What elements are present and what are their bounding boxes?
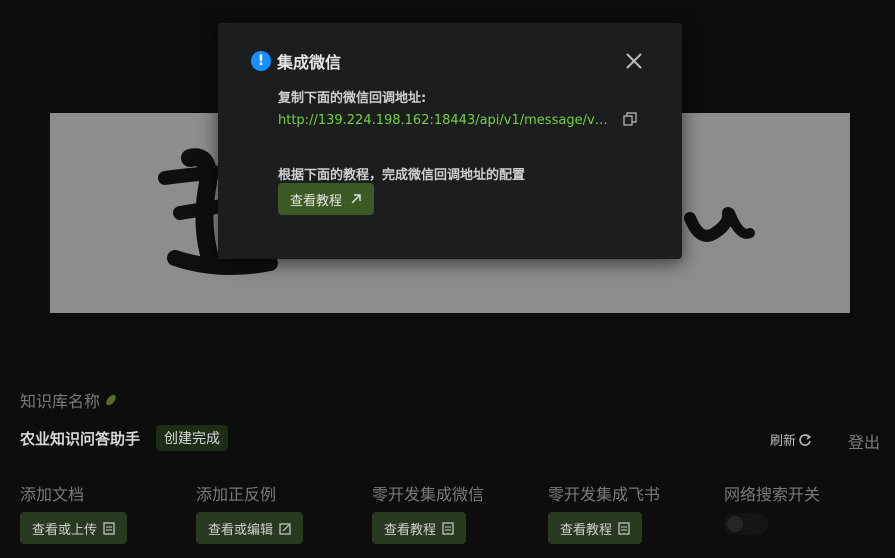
section-label-docs: 添加文档 <box>20 485 85 504</box>
wechat-tutorial-label: 查看教程 <box>384 522 437 538</box>
kb-name-label-text: 知识库名称 <box>20 392 101 411</box>
feishu-tutorial-label: 查看教程 <box>560 522 613 538</box>
kb-name-label: 知识库名称 <box>20 388 118 412</box>
tutorial-instruction: 根据下面的教程，完成微信回调地址的配置 <box>278 168 526 183</box>
view-upload-label: 查看或上传 <box>32 522 98 538</box>
copy-icon[interactable] <box>623 112 637 126</box>
section-label-examples: 添加正反例 <box>196 485 277 504</box>
logout-button[interactable]: 登出 <box>848 429 880 453</box>
close-icon[interactable] <box>623 50 645 72</box>
section-label-feishu: 零开发集成飞书 <box>548 485 661 504</box>
kb-title: 农业知识问答助手 <box>20 430 141 448</box>
section-label-wechat: 零开发集成微信 <box>372 485 485 504</box>
view-upload-button[interactable]: 查看或上传 <box>20 512 128 544</box>
copy-callback-label: 复制下面的微信回调地址: <box>278 91 427 106</box>
status-badge: 创建完成 <box>156 425 228 451</box>
refresh-button[interactable]: 刷新 <box>770 430 812 449</box>
view-edit-button[interactable]: 查看或编辑 <box>196 512 304 544</box>
modal-title: 集成微信 <box>277 53 342 72</box>
arrow-up-right-icon <box>351 194 361 204</box>
refresh-label: 刷新 <box>770 434 797 449</box>
info-icon: ! <box>251 51 271 71</box>
view-edit-label: 查看或编辑 <box>208 522 274 538</box>
callback-url: http://139.224.198.162:18443/api/v1/mess… <box>278 113 608 128</box>
wechat-tutorial-button[interactable]: 查看教程 <box>372 512 467 544</box>
view-tutorial-button[interactable]: 查看教程 <box>278 183 375 215</box>
view-tutorial-label: 查看教程 <box>290 193 343 209</box>
web-search-toggle[interactable] <box>724 513 768 535</box>
modal-header: ! 集成微信 <box>251 49 341 73</box>
document-icon <box>618 521 630 535</box>
toggle-knob <box>727 516 743 532</box>
leaf-icon <box>106 394 116 406</box>
refresh-icon <box>799 433 812 446</box>
edit-icon <box>279 522 291 535</box>
document-icon <box>103 521 115 535</box>
feishu-tutorial-button[interactable]: 查看教程 <box>548 512 643 544</box>
integrate-wechat-modal: ! 集成微信 复制下面的微信回调地址: http://139.224.198.1… <box>218 23 682 259</box>
section-label-websearch: 网络搜索开关 <box>724 485 821 504</box>
document-icon <box>442 521 454 535</box>
